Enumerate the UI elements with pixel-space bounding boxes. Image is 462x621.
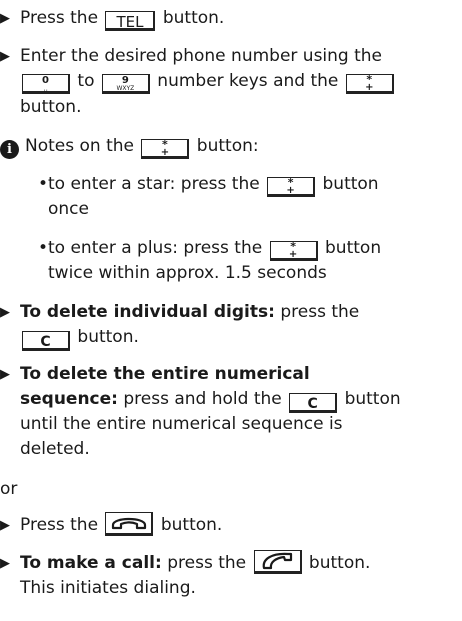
text: This initiates dialing. (20, 578, 196, 598)
note-bullet-plus-line2: twice within approx. 1.5 seconds (48, 261, 327, 285)
hang-up-key (105, 512, 154, 536)
handset-icon (262, 552, 293, 570)
text: to enter a star: press the (48, 174, 260, 194)
text: Enter the desired phone number using the (20, 46, 383, 66)
or-text: or (0, 479, 18, 499)
bullet-icon: • (38, 238, 49, 258)
step-delete-digit-line2: C button. (20, 325, 139, 351)
text: twice within approx. 1.5 seconds (48, 263, 327, 283)
text: button. (162, 8, 225, 28)
step-make-call: ▶ To make a call: press the button. (0, 550, 370, 576)
text: number keys and the (157, 71, 339, 91)
arrow-icon: ▶ (0, 49, 10, 64)
step-enter-number-line2: 0 ␣ to 9 WXYZ number keys and the * + (20, 69, 396, 94)
text: to enter a plus: press the (48, 238, 263, 258)
star-key: * + (141, 139, 190, 159)
bold-text: To make a call: (20, 553, 162, 573)
text: Press the (20, 8, 99, 28)
zero-key: 0 ␣ (22, 74, 70, 94)
star-key: * + (267, 177, 316, 197)
text: button. (308, 553, 371, 573)
arrow-icon: ▶ (0, 305, 10, 320)
step-delete-all-line3: until the entire numerical sequence is (20, 412, 343, 436)
text: button: (196, 136, 259, 156)
text: button. (20, 97, 82, 117)
text: button. (160, 515, 223, 535)
note-bullet-plus: •to enter a plus: press the * + button (38, 236, 381, 261)
star-key: * + (269, 241, 318, 261)
text: once (48, 199, 89, 219)
bold-text: To delete individual digits: (20, 302, 275, 322)
step-delete-digit: ▶ To delete individual digits: press the (0, 300, 359, 325)
step-delete-all-line2: sequence: press and hold the C button (20, 387, 401, 413)
step-enter-number-line3: button. (20, 95, 81, 119)
text: press the (280, 302, 360, 322)
star-key: * + (345, 74, 394, 94)
step-enter-number-line1: ▶ Enter the desired phone number using th… (0, 44, 382, 69)
arrow-icon: ▶ (0, 11, 10, 26)
step-delete-all: ▶ To delete the entire numerical (0, 362, 310, 387)
step-press-tel: ▶ Press the TEL button. (0, 6, 224, 31)
text: press the (167, 553, 247, 573)
arrow-icon: ▶ (0, 518, 10, 533)
notes-heading: i Notes on the * + button: (0, 134, 259, 159)
arrow-icon: ▶ (0, 556, 10, 571)
text: deleted. (20, 439, 90, 459)
step-make-call-line2: This initiates dialing. (20, 576, 196, 600)
step-delete-all-line4: deleted. (20, 437, 90, 461)
text: button. (77, 327, 139, 347)
text: button (344, 389, 401, 409)
text: until the entire numerical sequence is (20, 414, 343, 434)
bullet-icon: • (38, 174, 49, 194)
step-press-end: ▶ Press the button. (0, 512, 222, 538)
arrow-icon: ▶ (0, 367, 10, 382)
c-key: C (22, 331, 70, 351)
text: Notes on the (25, 136, 134, 156)
nine-key: 9 WXYZ (101, 74, 150, 94)
text: button (322, 174, 379, 194)
c-key: C (289, 393, 338, 413)
info-icon: i (0, 140, 19, 159)
call-key (253, 550, 302, 574)
tel-key: TEL (105, 11, 156, 31)
note-bullet-star-line2: once (48, 197, 89, 221)
text: Press the (20, 515, 99, 535)
bold-text: sequence: (20, 389, 118, 409)
note-bullet-star: •to enter a star: press the * + button (38, 172, 379, 197)
bold-text: To delete the entire numerical (20, 364, 310, 384)
text: button (325, 238, 382, 258)
hang-up-handset-icon (111, 517, 147, 530)
text: press and hold the (123, 389, 282, 409)
text: to (77, 71, 95, 91)
